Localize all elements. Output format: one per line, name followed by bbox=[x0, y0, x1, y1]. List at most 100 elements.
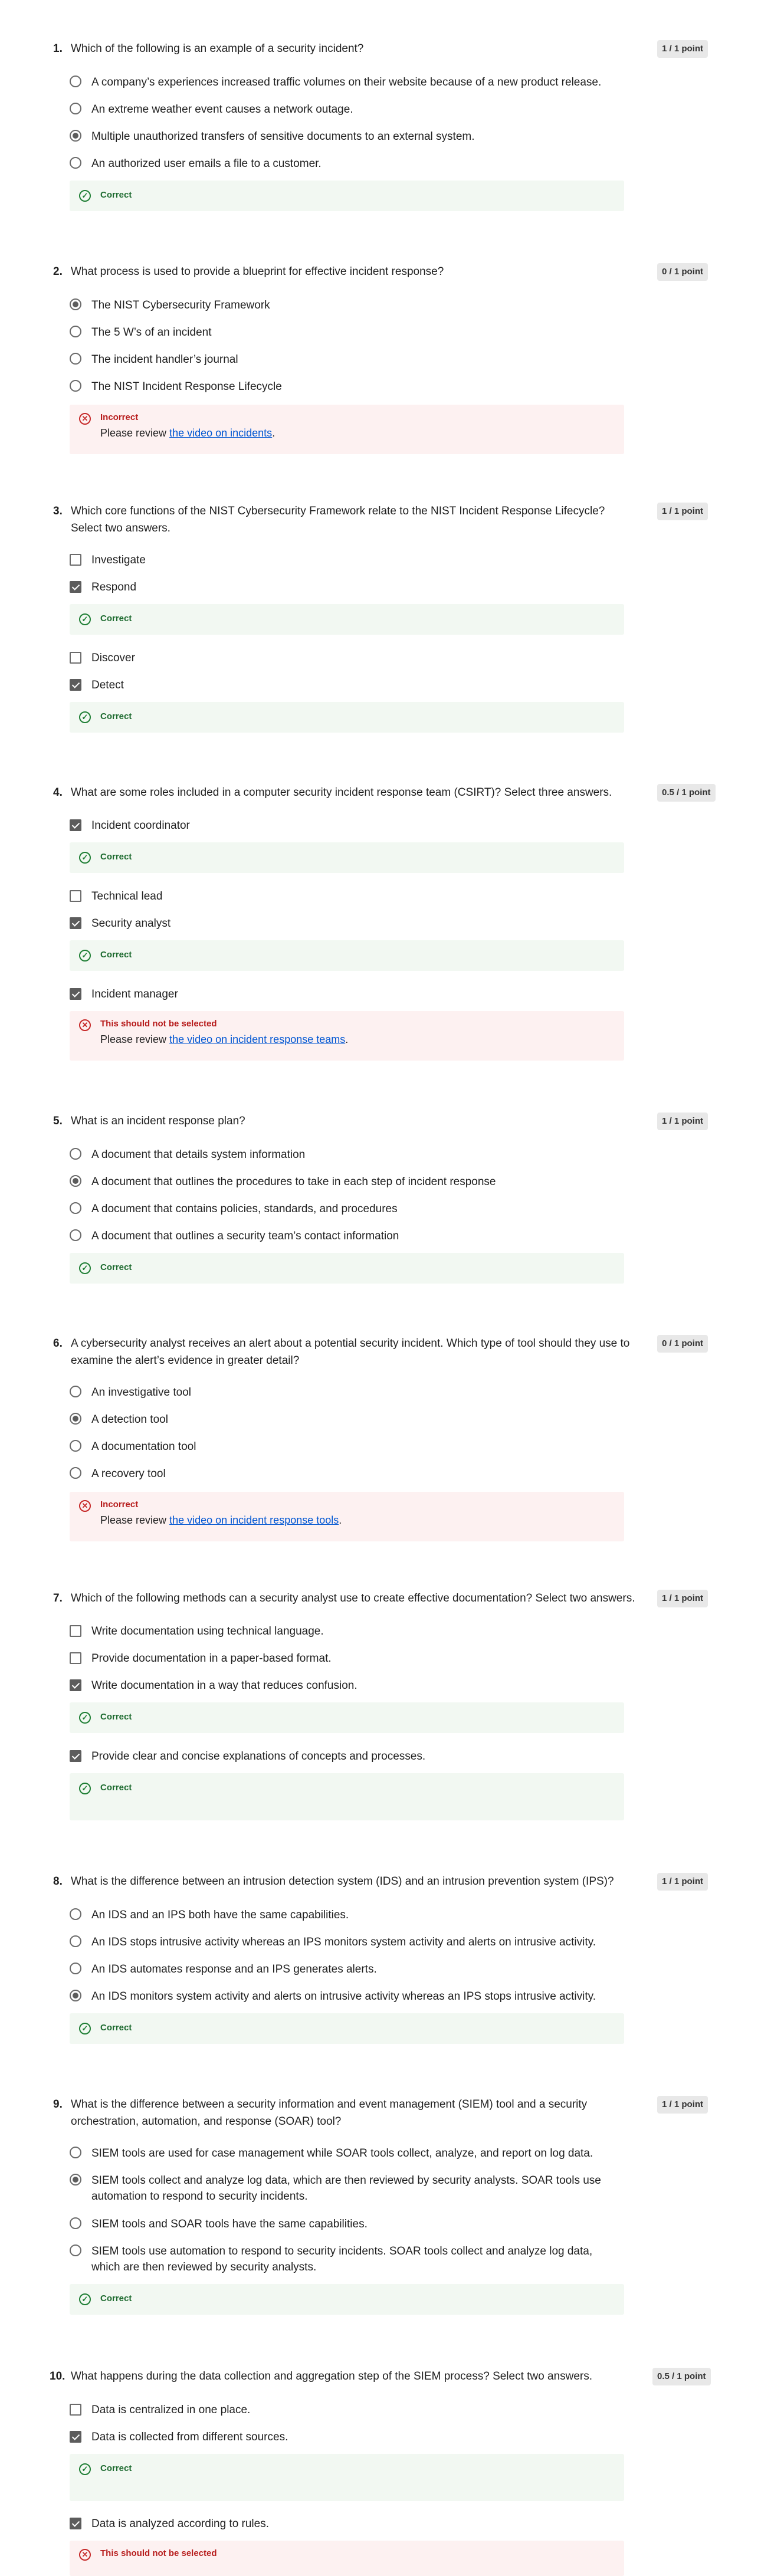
question-number: 6. bbox=[53, 1337, 63, 1350]
check-circle-icon: ✓ bbox=[79, 1262, 91, 1274]
feedback-not-selected: ✕ This should not be selected Please revie… bbox=[70, 1011, 624, 1061]
points-badge: 1 / 1 point bbox=[657, 1590, 708, 1607]
points-badge: 1 / 1 point bbox=[657, 40, 708, 58]
question-number: 9. bbox=[53, 2098, 63, 2111]
checkbox-checked[interactable] bbox=[70, 1750, 81, 1762]
check-circle-icon: ✓ bbox=[79, 190, 91, 202]
checkbox[interactable] bbox=[70, 1625, 81, 1637]
checkbox-checked[interactable] bbox=[70, 1679, 81, 1691]
question-text: What process is used to provide a bluepr… bbox=[71, 265, 444, 278]
feedback-correct: ✓ Correct bbox=[70, 1253, 624, 1284]
radio-button[interactable] bbox=[70, 380, 81, 392]
check-circle-icon: ✓ bbox=[79, 2293, 91, 2305]
feedback-correct: ✓ Correct bbox=[70, 604, 624, 635]
x-circle-icon: ✕ bbox=[79, 1019, 91, 1031]
check-circle-icon: ✓ bbox=[79, 2463, 91, 2475]
review-link[interactable]: the video on incident response teams bbox=[169, 1033, 345, 1045]
question-number: 2. bbox=[53, 265, 63, 278]
question-text: What are some roles included in a comput… bbox=[71, 786, 612, 799]
feedback-correct: ✓ Correct bbox=[70, 2454, 624, 2501]
radio-button[interactable] bbox=[70, 1467, 81, 1479]
radio-button-selected[interactable] bbox=[70, 1175, 81, 1187]
points-badge: 0.5 / 1 point bbox=[657, 784, 716, 802]
question-number: 10. bbox=[50, 2370, 65, 2383]
checkbox[interactable] bbox=[70, 554, 81, 566]
x-circle-icon: ✕ bbox=[79, 1500, 91, 1512]
checkbox-checked[interactable] bbox=[70, 679, 81, 691]
radio-button[interactable] bbox=[70, 1963, 81, 1974]
radio-button[interactable] bbox=[70, 1386, 81, 1397]
question-text: What is an incident response plan? bbox=[71, 1115, 245, 1127]
feedback-correct: ✓ Correct bbox=[70, 702, 624, 733]
question-number: 1. bbox=[53, 42, 63, 55]
feedback-correct: ✓ Correct bbox=[70, 2013, 624, 2044]
question-text: Which of the following is an example of … bbox=[71, 42, 364, 55]
checkbox[interactable] bbox=[70, 1652, 81, 1664]
radio-button[interactable] bbox=[70, 2244, 81, 2256]
radio-button[interactable] bbox=[70, 1229, 81, 1241]
radio-button[interactable] bbox=[70, 103, 81, 114]
feedback-correct: ✓ Correct bbox=[70, 842, 624, 873]
question-number: 4. bbox=[53, 786, 63, 799]
radio-button[interactable] bbox=[70, 1202, 81, 1214]
question-number: 7. bbox=[53, 1592, 63, 1604]
feedback-correct: ✓ Correct bbox=[70, 1702, 624, 1733]
checkbox-checked[interactable] bbox=[70, 819, 81, 831]
checkbox-checked[interactable] bbox=[70, 917, 81, 929]
feedback-correct: ✓ Correct bbox=[70, 940, 624, 971]
points-badge: 0 / 1 point bbox=[657, 1335, 708, 1353]
checkbox-checked[interactable] bbox=[70, 988, 81, 1000]
radio-button[interactable] bbox=[70, 2147, 81, 2158]
radio-button[interactable] bbox=[70, 2217, 81, 2229]
check-circle-icon: ✓ bbox=[79, 711, 91, 723]
radio-button[interactable] bbox=[70, 1935, 81, 1947]
question-number: 5. bbox=[53, 1115, 63, 1127]
x-circle-icon: ✕ bbox=[79, 413, 91, 425]
question-number: 8. bbox=[53, 1875, 63, 1888]
checkbox[interactable] bbox=[70, 890, 81, 902]
question-text: What happens during the data collection … bbox=[71, 2370, 593, 2383]
check-circle-icon: ✓ bbox=[79, 1712, 91, 1724]
points-badge: 1 / 1 point bbox=[657, 503, 708, 520]
radio-button[interactable] bbox=[70, 1908, 81, 1920]
radio-button[interactable] bbox=[70, 326, 81, 337]
checkbox-checked[interactable] bbox=[70, 2431, 81, 2443]
question-text: What is the difference between an intrus… bbox=[71, 1875, 614, 1888]
radio-button[interactable] bbox=[70, 1440, 81, 1452]
review-link[interactable]: the video on incident response tools bbox=[169, 1514, 339, 1526]
question-text: What is the difference between a securit… bbox=[71, 2098, 588, 2128]
points-badge: 0.5 / 1 point bbox=[652, 2368, 711, 2385]
checkbox[interactable] bbox=[70, 652, 81, 664]
radio-button-selected[interactable] bbox=[70, 2174, 81, 2186]
feedback-incorrect: ✕ Incorrect Please review the video on inc… bbox=[70, 1492, 624, 1541]
radio-button-selected[interactable] bbox=[70, 298, 81, 310]
feedback-incorrect: ✕ Incorrect Please review the video on inc… bbox=[70, 405, 624, 454]
radio-button-selected[interactable] bbox=[70, 130, 81, 142]
x-circle-icon: ✕ bbox=[79, 2549, 91, 2561]
feedback-correct: ✓ Correct bbox=[70, 181, 624, 211]
checkbox-checked[interactable] bbox=[70, 581, 81, 593]
points-badge: 1 / 1 point bbox=[657, 1113, 708, 1130]
question-text: Which of the following methods can a sec… bbox=[71, 1592, 635, 1604]
feedback-correct: ✓ Correct bbox=[70, 1773, 624, 1820]
points-badge: 0 / 1 point bbox=[657, 263, 708, 281]
question-number: 3. bbox=[53, 505, 63, 517]
question-text: A cybersecurity analyst receives an aler… bbox=[71, 1337, 630, 1367]
points-badge: 1 / 1 point bbox=[657, 2096, 708, 2114]
review-link[interactable]: the video on incidents bbox=[169, 427, 272, 439]
radio-button-selected[interactable] bbox=[70, 1990, 81, 2001]
checkbox[interactable] bbox=[70, 2404, 81, 2416]
radio-button[interactable] bbox=[70, 353, 81, 365]
points-badge: 1 / 1 point bbox=[657, 1873, 708, 1891]
feedback-correct: ✓ Correct bbox=[70, 2284, 624, 2315]
radio-button-selected[interactable] bbox=[70, 1413, 81, 1425]
radio-button[interactable] bbox=[70, 157, 81, 169]
check-circle-icon: ✓ bbox=[79, 950, 91, 962]
check-circle-icon: ✓ bbox=[79, 1783, 91, 1794]
radio-button[interactable] bbox=[70, 76, 81, 87]
check-circle-icon: ✓ bbox=[79, 852, 91, 864]
checkbox-checked[interactable] bbox=[70, 2518, 81, 2529]
check-circle-icon: ✓ bbox=[79, 613, 91, 625]
feedback-not-selected: ✕ This should not be selected bbox=[70, 2541, 624, 2576]
radio-button[interactable] bbox=[70, 1148, 81, 1160]
